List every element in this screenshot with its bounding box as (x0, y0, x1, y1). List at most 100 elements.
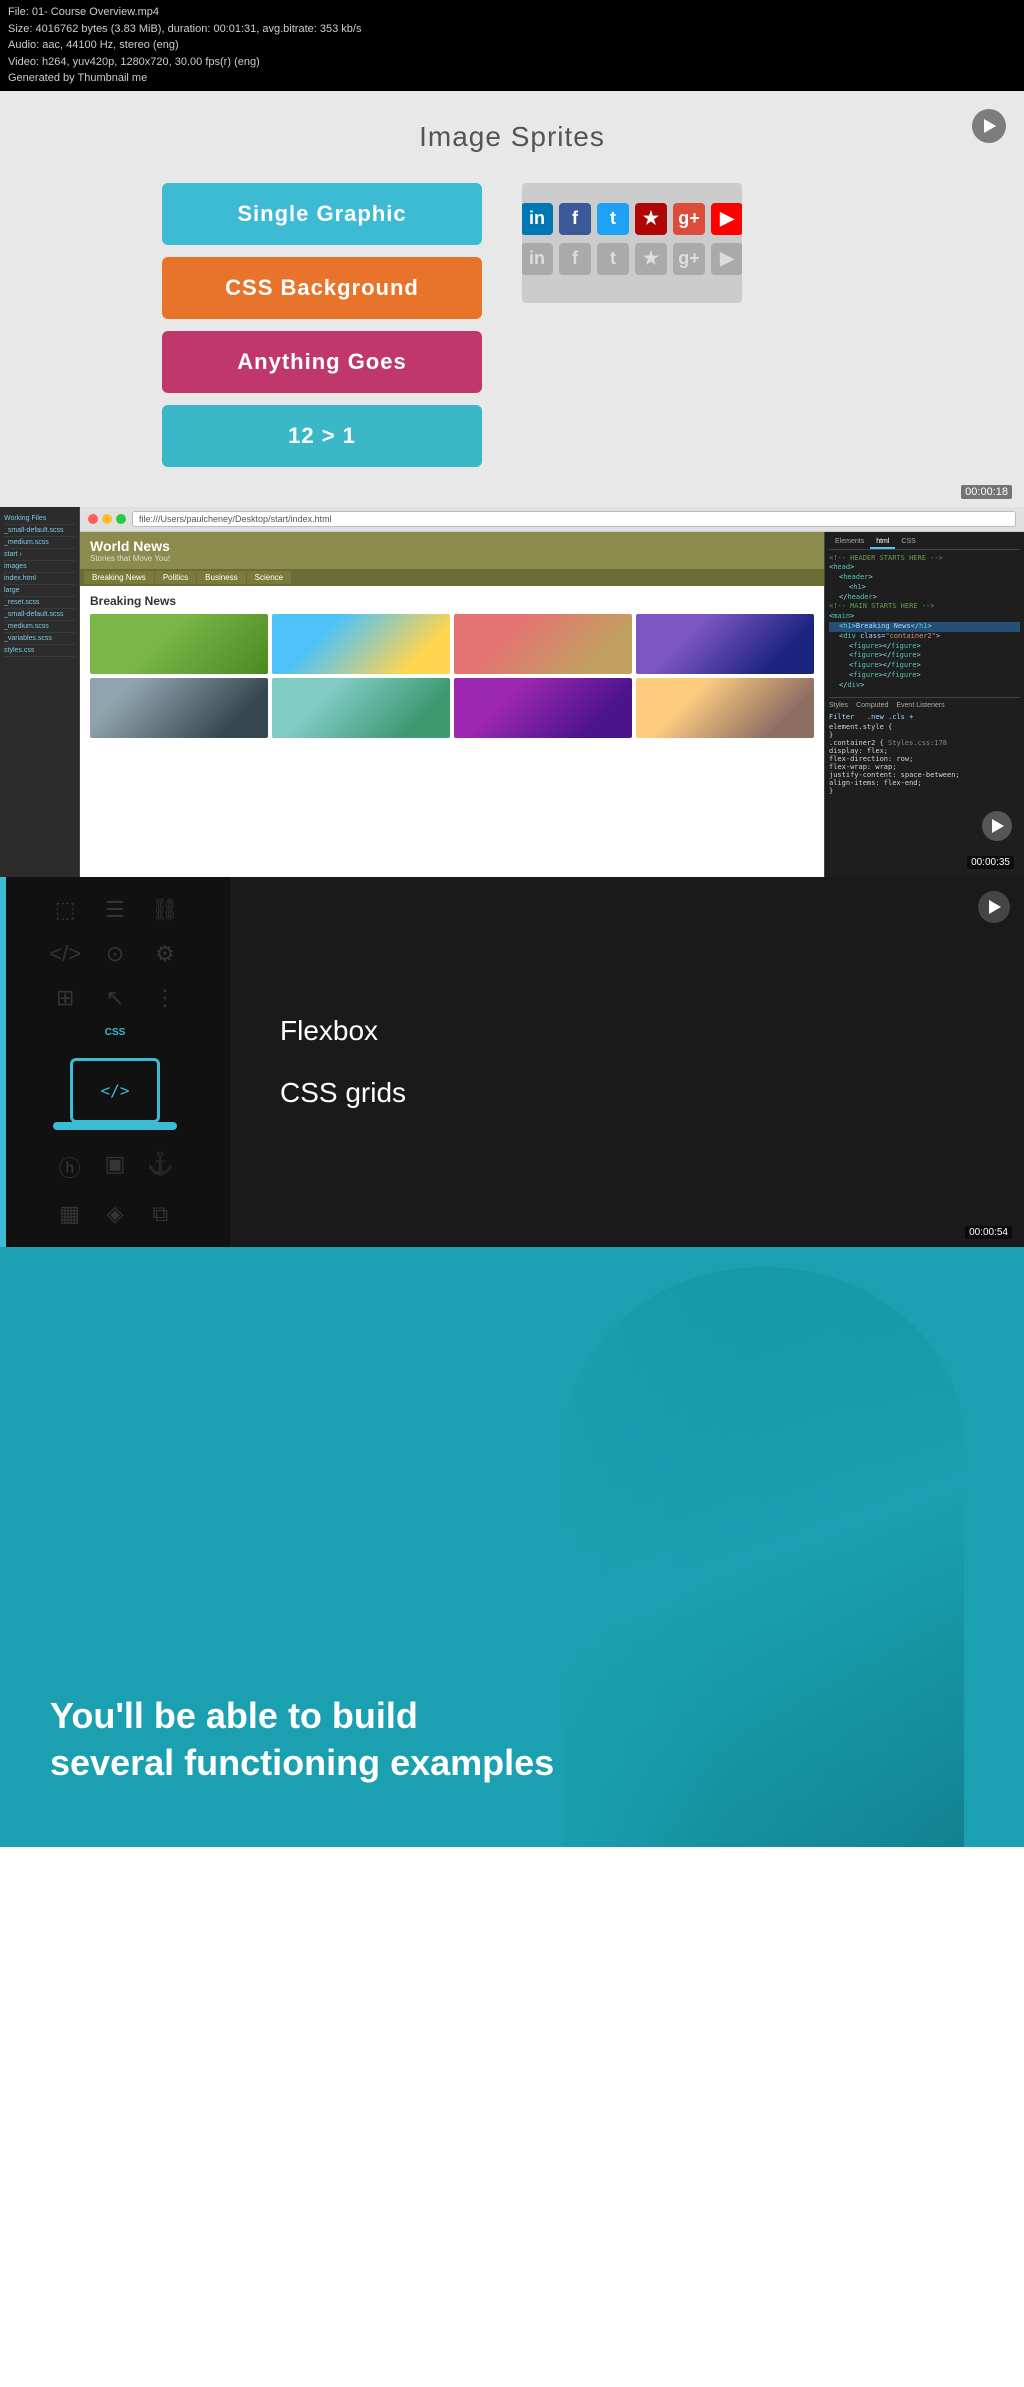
jpg-icon: ☰ (99, 897, 131, 923)
camera-icon: ⊙ (99, 941, 131, 967)
anchor-icon: ⚓ (147, 1151, 174, 1183)
browser-screenshot: Working Files _small-default.scss _mediu… (0, 507, 1024, 877)
dt-line-2: <head> (829, 563, 1020, 573)
dt-line-11: <figure></figure> (829, 651, 1020, 661)
close-button-icon[interactable] (88, 514, 98, 524)
yelp-icon: ★ (635, 203, 667, 235)
news-image-woman (454, 614, 632, 674)
news-nav: Breaking News Politics Business Science (80, 569, 824, 586)
dt-tab-html[interactable]: html (870, 536, 895, 549)
build-section: You'll be able to build several function… (0, 1247, 1024, 1847)
play-triangle-icon-2 (992, 819, 1004, 833)
sidebar-item-5: images (4, 561, 75, 573)
play-triangle-icon-3 (989, 900, 1001, 914)
news-image-beach (272, 614, 450, 674)
style-line-9: } (829, 787, 1020, 795)
news-image-basket (90, 614, 268, 674)
icon-grid: ⬚ ☰ ⛓ </> ⊙ ⚙ ⊞ ↖ ⋮ (49, 897, 180, 1011)
news-page: World News Stories that Move You! Breaki… (80, 532, 824, 877)
twelve-greater-one-button[interactable]: 12 > 1 (162, 405, 482, 467)
dt-line-9: <div class="container2"> (829, 632, 1020, 642)
news-image-grapes (454, 678, 632, 738)
nav-politics[interactable]: Politics (155, 571, 196, 584)
play-button-2[interactable] (982, 811, 1012, 841)
sprites-section: Image Sprites Single Graphic CSS Backgro… (0, 91, 1024, 507)
play-button-1[interactable] (972, 109, 1006, 143)
style-line-3: .container2 { Styles.css:178 (829, 739, 1020, 747)
meta-line5: Generated by Thumbnail me (8, 70, 1016, 87)
style-tab-computed[interactable]: Computed (856, 702, 888, 709)
anything-goes-button[interactable]: Anything Goes (162, 331, 482, 393)
news-subtitle: Stories that Move You! (90, 554, 814, 563)
topic-css-grids: CSS grids (280, 1077, 974, 1109)
meta-bar: File: 01- Course Overview.mp4 Size: 4016… (0, 0, 1024, 91)
dt-line-12: <figure></figure> (829, 661, 1020, 671)
exe-icon: ▣ (101, 1151, 128, 1183)
devtools-code: <!-- HEADER STARTS HERE --> <head> <head… (829, 554, 1020, 691)
chain-icon: ◈ (101, 1201, 128, 1227)
single-graphic-button[interactable]: Single Graphic (162, 183, 482, 245)
url-bar[interactable]: file:///Users/paulcheney/Desktop/start/i… (132, 511, 1016, 527)
twitter-gray-icon: t (597, 243, 629, 275)
dt-tab-elements[interactable]: Elements (829, 536, 870, 549)
nav-business[interactable]: Business (197, 571, 245, 584)
dt-tab-css[interactable]: CSS (895, 536, 921, 549)
dt-line-10: <figure></figure> (829, 642, 1020, 652)
sidebar-item-4: start › (4, 549, 75, 561)
news-image-paris (636, 678, 814, 738)
timestamp-2: 00:00:35 (967, 856, 1014, 869)
sprites-title: Image Sprites (419, 121, 605, 153)
sidebar-item-12: styles.css (4, 645, 75, 657)
sidebar-item-1: Working Files (4, 513, 75, 525)
yelp-gray-icon: ★ (635, 243, 667, 275)
devtools-styles-section: Styles Computed Event Listeners Filter .… (829, 697, 1020, 795)
file-tree-sidebar: Working Files _small-default.scss _mediu… (0, 507, 80, 877)
news-header: World News Stories that Move You! (80, 532, 824, 569)
sidebar-item-11: _variables.scss (4, 633, 75, 645)
accent-bar (0, 877, 6, 1247)
twitter-icon: t (597, 203, 629, 235)
meta-line4: Video: h264, yuv420p, 1280x720, 30.00 fp… (8, 54, 1016, 71)
sidebar-item-8: _reset.scss (4, 597, 75, 609)
minimize-button-icon[interactable] (102, 514, 112, 524)
icons-panel: ⬚ ☰ ⛓ </> ⊙ ⚙ ⊞ ↖ ⋮ CSS </> ⓗ ▣ ⚓ ▦ ◈ ⧉ (0, 877, 230, 1247)
meta-line1: File: 01- Course Overview.mp4 (8, 4, 1016, 21)
css-label: CSS (70, 1027, 160, 1038)
nav-breaking-news[interactable]: Breaking News (84, 571, 154, 584)
linkedin-icon: in (522, 203, 553, 235)
news-grid-top (90, 614, 814, 674)
browser-inner: World News Stories that Move You! Breaki… (80, 532, 1024, 877)
browser-section: Working Files _small-default.scss _mediu… (0, 507, 1024, 877)
youtube-gray-icon: ▶ (711, 243, 742, 275)
play-button-3[interactable] (978, 891, 1010, 923)
dt-line-13: <figure></figure> (829, 671, 1020, 681)
meta-line3: Audio: aac, 44100 Hz, stereo (eng) (8, 37, 1016, 54)
element-style-code: element.style { } .container2 { Styles.c… (829, 723, 1020, 795)
nav-science[interactable]: Science (247, 571, 291, 584)
css-background-button[interactable]: CSS Background (162, 257, 482, 319)
style-line-1: element.style { (829, 723, 1020, 731)
link-icon: ⛓ (149, 897, 181, 923)
style-line-5: flex-direction: row; (829, 755, 1020, 763)
timestamp-3: 00:00:54 (965, 1226, 1012, 1239)
build-heading-line1: You'll be able to build (50, 1695, 418, 1736)
style-tab-styles[interactable]: Styles (829, 702, 848, 709)
sprites-buttons: Single Graphic CSS Background Anything G… (162, 183, 482, 467)
news-body: Breaking News (80, 586, 824, 746)
style-line-2: } (829, 731, 1020, 739)
youtube-icon: ▶ (711, 203, 742, 235)
news-breaking-heading: Breaking News (90, 594, 814, 608)
browser-chrome-bar: file:///Users/paulcheney/Desktop/start/i… (80, 507, 1024, 532)
sprites-content: Single Graphic CSS Background Anything G… (162, 183, 862, 467)
sidebar-item-9: _small-default.scss (4, 609, 75, 621)
linkedin-gray-icon: in (522, 243, 553, 275)
sidebar-item-2: _small-default.scss (4, 525, 75, 537)
style-tab-event[interactable]: Event Listeners (896, 702, 944, 709)
code-icon: </> (49, 941, 81, 967)
sprite-preview: in f t ★ g+ ▶ in f t ★ g+ ▶ (522, 183, 742, 303)
sprite-icons-top-row: in f t ★ g+ ▶ (522, 203, 742, 235)
bg-gradient (524, 1247, 1024, 1847)
maximize-button-icon[interactable] (116, 514, 126, 524)
timestamp-1: 00:00:18 (961, 485, 1012, 499)
dots-icon: ⋮ (149, 985, 181, 1011)
